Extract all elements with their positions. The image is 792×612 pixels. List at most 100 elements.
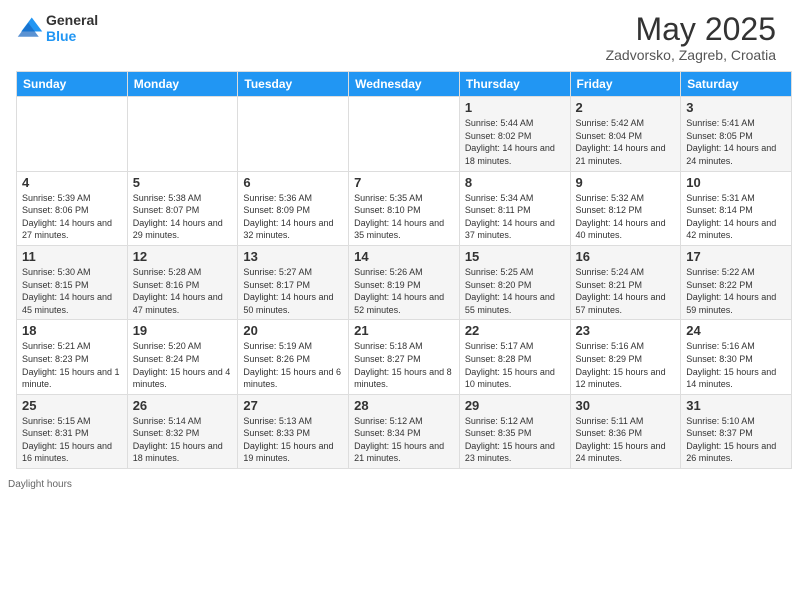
calendar-cell: 2Sunrise: 5:42 AMSunset: 8:04 PMDaylight…: [570, 97, 681, 171]
calendar-cell: 29 Sunrise: 5:12 AMSunset: 8:35 PMDayligh…: [459, 394, 570, 468]
day-number: 18: [22, 323, 122, 338]
day-number: 16: [576, 249, 676, 264]
calendar-week-row: 25 Sunrise: 5:15 AMSunset: 8:31 PMDayligh…: [17, 394, 792, 468]
calendar-week-row: 18 Sunrise: 5:21 AMSunset: 8:23 PMDayligh…: [17, 320, 792, 394]
day-number: 13: [243, 249, 343, 264]
day-info: Sunrise: 5:12 AMSunset: 8:34 PMDaylight:…: [354, 415, 454, 465]
calendar-cell: 8 Sunrise: 5:34 AMSunset: 8:11 PMDaylight…: [459, 171, 570, 245]
calendar-cell: 20Sunrise: 5:19 AMSunset: 8:26 PMDayligh…: [238, 320, 349, 394]
day-number: 22: [465, 323, 565, 338]
day-info: Sunrise: 5:11 AMSunset: 8:36 PMDaylight:…: [576, 415, 676, 465]
calendar-week-row: 1 Sunrise: 5:44 AMSunset: 8:02 PMDaylight…: [17, 97, 792, 171]
calendar-table: SundayMondayTuesdayWednesdayThursdayFrid…: [16, 71, 792, 469]
day-info: Sunrise: 5:28 AMSunset: 8:16 PMDaylight:…: [133, 266, 233, 316]
day-info: Sunrise: 5:31 AMSunset: 8:14 PMDaylight:…: [686, 192, 786, 242]
calendar-cell: 17Sunrise: 5:22 AMSunset: 8:22 PMDayligh…: [681, 245, 792, 319]
month-title: May 2025: [606, 12, 776, 47]
calendar-cell: 11 Sunrise: 5:30 AMSunset: 8:15 PMDayligh…: [17, 245, 128, 319]
day-info: Sunrise: 5:41 AMSunset: 8:05 PMDaylight:…: [686, 117, 786, 167]
day-number: 10: [686, 175, 786, 190]
day-info: Sunrise: 5:38 AMSunset: 8:07 PMDaylight:…: [133, 192, 233, 242]
day-info: Sunrise: 5:17 AMSunset: 8:28 PMDaylight:…: [465, 340, 565, 390]
day-number: 14: [354, 249, 454, 264]
calendar-week-row: 11 Sunrise: 5:30 AMSunset: 8:15 PMDayligh…: [17, 245, 792, 319]
day-info: Sunrise: 5:22 AMSunset: 8:22 PMDaylight:…: [686, 266, 786, 316]
calendar-cell: [238, 97, 349, 171]
page-header: General Blue May 2025 Zadvorsko, Zagreb,…: [0, 0, 792, 71]
day-number: 25: [22, 398, 122, 413]
calendar-cell: 23 Sunrise: 5:16 AMSunset: 8:29 PMDayligh…: [570, 320, 681, 394]
day-number: 26: [133, 398, 233, 413]
day-number: 7: [354, 175, 454, 190]
day-info: Sunrise: 5:18 AMSunset: 8:27 PMDaylight:…: [354, 340, 454, 390]
day-number: 20: [243, 323, 343, 338]
calendar-cell: 12Sunrise: 5:28 AMSunset: 8:16 PMDayligh…: [127, 245, 238, 319]
day-info: Sunrise: 5:42 AMSunset: 8:04 PMDaylight:…: [576, 117, 676, 167]
logo-icon: [16, 14, 44, 42]
calendar-col-header-wednesday: Wednesday: [349, 72, 460, 97]
daylight-label: Daylight hours: [8, 479, 72, 490]
calendar-cell: 10 Sunrise: 5:31 AMSunset: 8:14 PMDayligh…: [681, 171, 792, 245]
calendar-cell: 30 Sunrise: 5:11 AMSunset: 8:36 PMDayligh…: [570, 394, 681, 468]
day-info: Sunrise: 5:20 AMSunset: 8:24 PMDaylight:…: [133, 340, 233, 390]
day-info: Sunrise: 5:21 AMSunset: 8:23 PMDaylight:…: [22, 340, 122, 390]
calendar-cell: 14Sunrise: 5:26 AMSunset: 8:19 PMDayligh…: [349, 245, 460, 319]
day-info: Sunrise: 5:15 AMSunset: 8:31 PMDaylight:…: [22, 415, 122, 465]
calendar-cell: 21 Sunrise: 5:18 AMSunset: 8:27 PMDayligh…: [349, 320, 460, 394]
calendar-cell: 25 Sunrise: 5:15 AMSunset: 8:31 PMDayligh…: [17, 394, 128, 468]
calendar-cell: [349, 97, 460, 171]
day-info: Sunrise: 5:34 AMSunset: 8:11 PMDaylight:…: [465, 192, 565, 242]
logo: General Blue: [16, 12, 98, 44]
calendar-cell: 31Sunrise: 5:10 AMSunset: 8:37 PMDayligh…: [681, 394, 792, 468]
calendar-cell: 9Sunrise: 5:32 AMSunset: 8:12 PMDaylight…: [570, 171, 681, 245]
day-info: Sunrise: 5:36 AMSunset: 8:09 PMDaylight:…: [243, 192, 343, 242]
calendar-cell: 4Sunrise: 5:39 AMSunset: 8:06 PMDaylight…: [17, 171, 128, 245]
day-number: 6: [243, 175, 343, 190]
calendar-col-header-saturday: Saturday: [681, 72, 792, 97]
calendar-cell: 22 Sunrise: 5:17 AMSunset: 8:28 PMDayligh…: [459, 320, 570, 394]
day-number: 11: [22, 249, 122, 264]
calendar-cell: 26 Sunrise: 5:14 AMSunset: 8:32 PMDayligh…: [127, 394, 238, 468]
calendar-col-header-sunday: Sunday: [17, 72, 128, 97]
day-number: 15: [465, 249, 565, 264]
day-info: Sunrise: 5:14 AMSunset: 8:32 PMDaylight:…: [133, 415, 233, 465]
footer: Daylight hours: [0, 475, 792, 494]
day-number: 4: [22, 175, 122, 190]
calendar-wrapper: SundayMondayTuesdayWednesdayThursdayFrid…: [0, 71, 792, 475]
day-number: 29: [465, 398, 565, 413]
calendar-cell: 28 Sunrise: 5:12 AMSunset: 8:34 PMDayligh…: [349, 394, 460, 468]
calendar-cell: 27Sunrise: 5:13 AMSunset: 8:33 PMDayligh…: [238, 394, 349, 468]
day-number: 28: [354, 398, 454, 413]
day-number: 19: [133, 323, 233, 338]
calendar-cell: 19 Sunrise: 5:20 AMSunset: 8:24 PMDayligh…: [127, 320, 238, 394]
calendar-cell: 18 Sunrise: 5:21 AMSunset: 8:23 PMDayligh…: [17, 320, 128, 394]
day-info: Sunrise: 5:13 AMSunset: 8:33 PMDaylight:…: [243, 415, 343, 465]
day-number: 24: [686, 323, 786, 338]
day-info: Sunrise: 5:16 AMSunset: 8:29 PMDaylight:…: [576, 340, 676, 390]
day-info: Sunrise: 5:32 AMSunset: 8:12 PMDaylight:…: [576, 192, 676, 242]
day-info: Sunrise: 5:16 AMSunset: 8:30 PMDaylight:…: [686, 340, 786, 390]
day-info: Sunrise: 5:24 AMSunset: 8:21 PMDaylight:…: [576, 266, 676, 316]
calendar-col-header-tuesday: Tuesday: [238, 72, 349, 97]
calendar-col-header-monday: Monday: [127, 72, 238, 97]
day-number: 21: [354, 323, 454, 338]
day-number: 1: [465, 100, 565, 115]
day-info: Sunrise: 5:35 AMSunset: 8:10 PMDaylight:…: [354, 192, 454, 242]
day-number: 31: [686, 398, 786, 413]
calendar-cell: 24 Sunrise: 5:16 AMSunset: 8:30 PMDayligh…: [681, 320, 792, 394]
calendar-cell: 3Sunrise: 5:41 AMSunset: 8:05 PMDaylight…: [681, 97, 792, 171]
day-number: 30: [576, 398, 676, 413]
location-title: Zadvorsko, Zagreb, Croatia: [606, 47, 776, 63]
day-number: 8: [465, 175, 565, 190]
calendar-cell: 7 Sunrise: 5:35 AMSunset: 8:10 PMDaylight…: [349, 171, 460, 245]
calendar-cell: 1 Sunrise: 5:44 AMSunset: 8:02 PMDaylight…: [459, 97, 570, 171]
calendar-cell: 15Sunrise: 5:25 AMSunset: 8:20 PMDayligh…: [459, 245, 570, 319]
day-number: 23: [576, 323, 676, 338]
logo-blue-text: Blue: [46, 28, 98, 44]
logo-general-text: General: [46, 12, 98, 28]
day-info: Sunrise: 5:30 AMSunset: 8:15 PMDaylight:…: [22, 266, 122, 316]
day-info: Sunrise: 5:12 AMSunset: 8:35 PMDaylight:…: [465, 415, 565, 465]
day-info: Sunrise: 5:44 AMSunset: 8:02 PMDaylight:…: [465, 117, 565, 167]
title-block: May 2025 Zadvorsko, Zagreb, Croatia: [606, 12, 776, 63]
day-info: Sunrise: 5:27 AMSunset: 8:17 PMDaylight:…: [243, 266, 343, 316]
